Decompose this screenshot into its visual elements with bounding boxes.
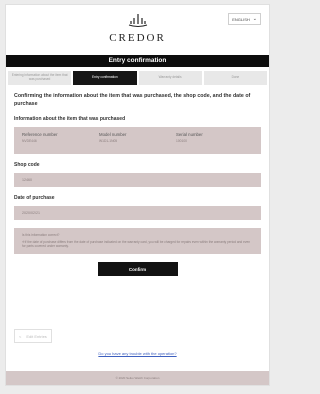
reference-number-field: Reference number NVDE446	[22, 127, 99, 154]
step-done: Done	[203, 71, 267, 85]
shop-code-value: 12460	[14, 173, 261, 188]
serial-number-value: 100100	[176, 139, 188, 144]
reference-number-value: NVDE446	[22, 139, 37, 144]
logo-text: CREDOR	[109, 32, 166, 44]
language-select[interactable]: ENGLISH ⌄	[228, 13, 261, 25]
shop-code-title: Shop code	[14, 162, 40, 169]
confirmation-notice: Is this information correct? ※If the dat…	[14, 228, 261, 255]
edit-entries-label: Edit Entries	[26, 333, 47, 339]
notice-text: ※If the date of purchase differs from th…	[22, 239, 250, 249]
page: CREDOR ENGLISH ⌄ Entry confirmation Ente…	[5, 4, 270, 386]
item-info-panel: Reference number NVDE446 Model number W1…	[14, 127, 261, 155]
step-warranty-details: Warranty details	[138, 71, 202, 85]
serial-number-field: Serial number 100100	[176, 127, 253, 154]
item-section-title: Information about the item that was purc…	[14, 116, 126, 123]
language-label: ENGLISH	[232, 16, 250, 22]
model-number-label: Model number	[99, 132, 127, 138]
header: CREDOR ENGLISH ⌄	[6, 5, 269, 55]
chevron-down-icon: ⌄	[252, 16, 257, 22]
help-link[interactable]: Do you have any trouble with the operati…	[6, 351, 269, 356]
edit-entries-button[interactable]: < Edit Entries	[14, 329, 52, 343]
step-entering-information: Entering information about the item that…	[8, 71, 72, 85]
model-number-value: W1D1-1N05	[99, 139, 118, 144]
page-title: Entry confirmation	[6, 55, 269, 67]
credor-logo-icon	[128, 14, 147, 27]
reference-number-label: Reference number	[22, 132, 58, 138]
progress-steps: Entering information about the item that…	[6, 71, 269, 85]
intro-text: Confirming the information about the ite…	[14, 93, 251, 107]
confirm-button[interactable]: Confirm	[97, 262, 178, 277]
serial-number-label: Serial number	[176, 132, 203, 138]
date-of-purchase-title: Date of purchase	[14, 195, 55, 202]
step-entry-confirmation: Entry confirmation	[73, 71, 137, 85]
date-of-purchase-value: 2020/02/21	[14, 206, 261, 221]
chevron-left-icon: <	[19, 333, 22, 339]
footer-copyright: © 2020 Seiko Watch Corporation	[6, 371, 269, 385]
notice-question: Is this information correct?	[22, 233, 60, 238]
model-number-field: Model number W1D1-1N05	[99, 127, 176, 154]
